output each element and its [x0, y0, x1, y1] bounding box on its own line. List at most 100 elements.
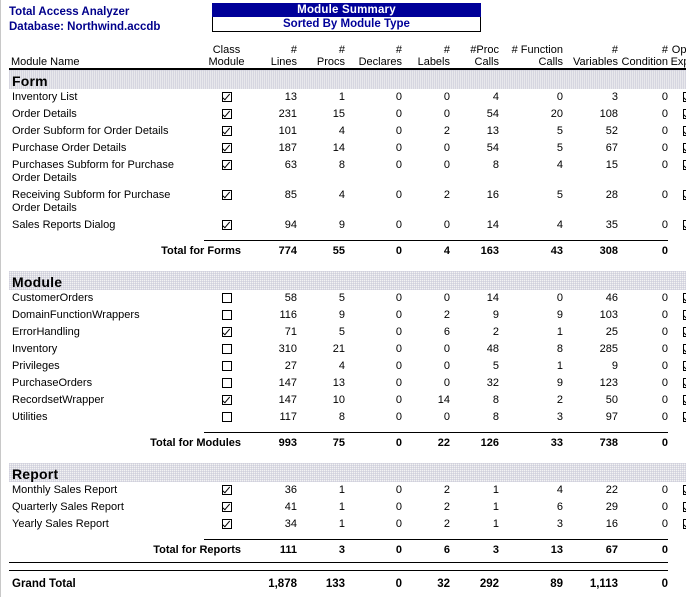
cell-option-explicit[interactable]: [668, 307, 686, 324]
class-module-checkbox[interactable]: [221, 126, 232, 137]
total-funccalls: 13: [550, 544, 563, 556]
cell-option-explicit[interactable]: [668, 341, 686, 358]
col-header-variables: # Variables: [572, 44, 618, 68]
cell-class-module[interactable]: [204, 324, 249, 341]
table-row[interactable]: Privileges 27 4 0 0 5 1 9 0: [9, 358, 686, 375]
cell-module-name: Sales Reports Dialog: [12, 219, 116, 231]
cell-option-explicit[interactable]: [668, 140, 686, 157]
cell-class-module[interactable]: [204, 358, 249, 375]
cell-lines: 34: [284, 518, 297, 530]
class-module-checkbox[interactable]: [221, 378, 232, 389]
class-module-checkbox[interactable]: [221, 519, 232, 530]
total-lines: 111: [279, 544, 297, 556]
class-module-checkbox[interactable]: [221, 220, 232, 231]
table-row[interactable]: RecordsetWrapper 147 10 0 14 8 2 50 0: [9, 392, 686, 409]
class-module-checkbox[interactable]: [221, 92, 232, 103]
table-row[interactable]: Inventory List 13 1 0 0 4 0 3 0: [9, 89, 686, 106]
report-subtitle: Sorted By Module Type: [212, 17, 481, 32]
cell-option-explicit[interactable]: [668, 290, 686, 307]
cell-class-module[interactable]: [204, 375, 249, 392]
cell-option-explicit[interactable]: [668, 499, 686, 516]
class-module-checkbox[interactable]: [221, 293, 232, 304]
class-module-checkbox[interactable]: [221, 485, 232, 496]
cell-option-explicit[interactable]: [668, 187, 686, 217]
table-row[interactable]: Order Details 231 15 0 0 54 20 108 0: [9, 106, 686, 123]
section-header-row: Module: [9, 271, 686, 290]
cell-class-module[interactable]: [204, 106, 249, 123]
cell-class-module[interactable]: [204, 217, 249, 234]
cell-option-explicit[interactable]: [668, 516, 686, 533]
cell-option-explicit[interactable]: [668, 106, 686, 123]
col-header-class-module: Class Module: [208, 44, 245, 68]
class-module-checkbox[interactable]: [221, 310, 232, 321]
class-module-checkbox[interactable]: [221, 395, 232, 406]
cell-declares: 0: [395, 125, 402, 137]
cell-option-explicit[interactable]: [668, 375, 686, 392]
class-module-checkbox[interactable]: [221, 160, 232, 171]
class-module-checkbox[interactable]: [221, 109, 232, 120]
cell-class-module[interactable]: [204, 157, 249, 187]
table-row[interactable]: Order Subform for Order Details 101 4 0 2 13 5…: [9, 123, 686, 140]
cell-option-explicit[interactable]: [668, 392, 686, 409]
class-module-checkbox[interactable]: [221, 143, 232, 154]
grand-total-declares: 0: [395, 578, 402, 590]
cell-class-module[interactable]: [204, 123, 249, 140]
grand-total-label: Grand Total: [12, 578, 76, 590]
cell-option-explicit[interactable]: [668, 89, 686, 106]
cell-labels: 0: [443, 108, 450, 120]
table-row[interactable]: Utilities 117 8 0 0 8 3 97 0: [9, 409, 686, 426]
total-label: Total for Forms: [161, 245, 241, 257]
cell-class-module[interactable]: [204, 392, 249, 409]
grand-total-funccalls: 89: [550, 578, 563, 590]
cell-class-module[interactable]: [204, 140, 249, 157]
class-module-checkbox[interactable]: [221, 502, 232, 513]
cell-class-module[interactable]: [204, 89, 249, 106]
cell-class-module[interactable]: [204, 187, 249, 217]
cell-option-explicit[interactable]: [668, 123, 686, 140]
cell-class-module[interactable]: [204, 290, 249, 307]
cell-class-module[interactable]: [204, 307, 249, 324]
cell-class-module[interactable]: [204, 499, 249, 516]
cell-condition: 0: [661, 518, 668, 530]
cell-variables: 35: [605, 219, 618, 231]
cell-option-explicit[interactable]: [668, 358, 686, 375]
total-variables: 67: [605, 544, 618, 556]
cell-option-explicit[interactable]: [668, 157, 686, 187]
cell-variables: 108: [599, 108, 618, 120]
cell-class-module[interactable]: [204, 341, 249, 358]
class-module-checkbox[interactable]: [221, 327, 232, 338]
class-module-checkbox[interactable]: [221, 361, 232, 372]
cell-option-explicit[interactable]: [668, 482, 686, 499]
cell-class-module[interactable]: [204, 482, 249, 499]
table-row[interactable]: Yearly Sales Report 34 1 0 2 1 3 16 0: [9, 516, 686, 533]
cell-lines: 117: [279, 411, 297, 423]
cell-labels: 2: [443, 518, 450, 530]
cell-option-explicit[interactable]: [668, 217, 686, 234]
table-row[interactable]: Inventory 310 21 0 0 48 8 285 0: [9, 341, 686, 358]
table-row[interactable]: DomainFunctionWrappers 116 9 0 2 9 9 103 0: [9, 307, 686, 324]
cell-lines: 63: [284, 159, 297, 171]
cell-condition: 0: [661, 377, 668, 389]
table-row[interactable]: Receiving Subform for Purchase Order Det…: [9, 187, 686, 217]
table-row[interactable]: PurchaseOrders 147 13 0 0 32 9 123 0: [9, 375, 686, 392]
table-row[interactable]: CustomerOrders 58 5 0 0 14 0 46 0: [9, 290, 686, 307]
class-module-checkbox[interactable]: [221, 344, 232, 355]
table-row[interactable]: Purchase Order Details 187 14 0 0 54 5 67 0: [9, 140, 686, 157]
cell-lines: 231: [278, 108, 297, 120]
cell-class-module[interactable]: [204, 409, 249, 426]
cell-module-name: Order Details: [12, 108, 77, 120]
table-row[interactable]: Purchases Subform for Purchase Order Det…: [9, 157, 686, 187]
table-row[interactable]: Sales Reports Dialog 94 9 0 0 14 4 35 0: [9, 217, 686, 234]
cell-option-explicit[interactable]: [668, 409, 686, 426]
table-row[interactable]: Monthly Sales Report 36 1 0 2 1 4 22 0: [9, 482, 686, 499]
cell-proccalls: 16: [486, 189, 499, 201]
total-funccalls: 33: [550, 437, 563, 449]
cell-condition: 0: [661, 309, 668, 321]
cell-option-explicit[interactable]: [668, 324, 686, 341]
table-row[interactable]: Quarterly Sales Report 41 1 0 2 1 6 29 0: [9, 499, 686, 516]
class-module-checkbox[interactable]: [221, 412, 232, 423]
class-module-checkbox[interactable]: [221, 190, 232, 201]
table-row[interactable]: ErrorHandling 71 5 0 6 2 1 25 0: [9, 324, 686, 341]
cell-class-module[interactable]: [204, 516, 249, 533]
cell-variables: 123: [599, 377, 618, 389]
